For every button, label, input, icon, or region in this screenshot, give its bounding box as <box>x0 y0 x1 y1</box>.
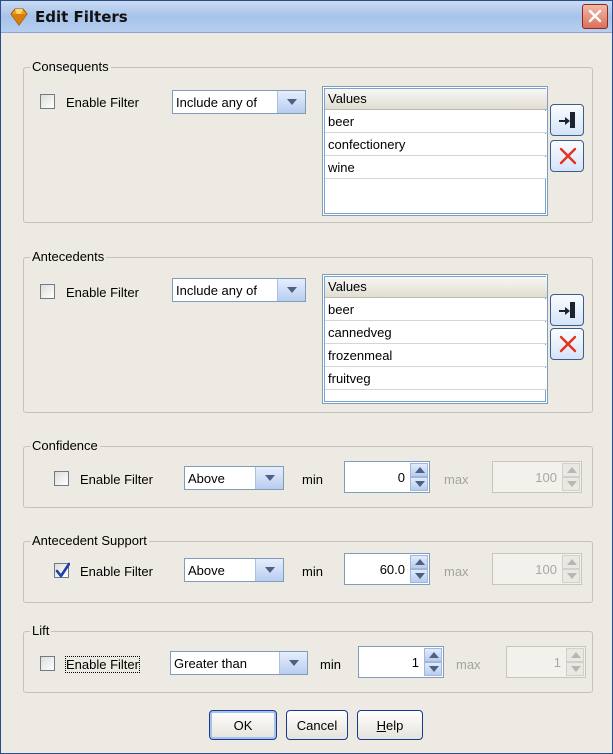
max-label: max <box>444 564 469 579</box>
close-icon <box>588 9 602 23</box>
dialog-title: Edit Filters <box>35 8 128 26</box>
select-value: Include any of <box>176 283 257 298</box>
list-item[interactable]: wine <box>325 157 547 179</box>
enable-filter-label: Enable Filter <box>65 656 140 673</box>
spin-down-icon <box>566 662 584 676</box>
consequents-values-list[interactable]: Values beer confectionery wine <box>322 86 548 216</box>
confidence-max-spinner: 100 <box>492 461 582 493</box>
max-label: max <box>444 472 469 487</box>
list-item[interactable]: confectionery <box>325 134 547 156</box>
cancel-button[interactable]: Cancel <box>286 710 348 740</box>
lift-group: Lift Enable Filter Greater than min 1 ma… <box>23 623 593 693</box>
group-legend: Consequents <box>30 59 111 74</box>
confidence-min-spinner[interactable]: 0 <box>344 461 430 493</box>
list-item[interactable]: frozenmeal <box>325 345 547 367</box>
lift-mode-select[interactable]: Greater than <box>170 651 308 675</box>
spinner-value: 100 <box>535 562 557 577</box>
antecedents-group: Antecedents Enable Filter Include any of… <box>23 249 593 413</box>
spin-down-icon[interactable] <box>410 477 428 491</box>
delete-icon <box>559 335 577 353</box>
antecedent-support-mode-select[interactable]: Above <box>184 558 284 582</box>
spinner-value: 60.0 <box>379 562 405 577</box>
chevron-down-icon <box>277 279 305 301</box>
ok-button[interactable]: OK <box>209 710 277 740</box>
enable-filter-label: Enable Filter <box>80 472 153 487</box>
add-values-button[interactable] <box>550 104 584 136</box>
chevron-down-icon <box>255 467 283 489</box>
enable-filter-label: Enable Filter <box>66 95 139 110</box>
diamond-icon <box>9 7 29 27</box>
consequents-group: Consequents Enable Filter Include any of… <box>23 59 593 223</box>
list-item[interactable]: beer <box>325 111 547 133</box>
confidence-group: Confidence Enable Filter Above min 0 max… <box>23 438 593 508</box>
min-label: min <box>302 564 323 579</box>
help-button[interactable]: Help <box>357 710 423 740</box>
select-value: Greater than <box>174 656 247 671</box>
insert-value-icon <box>559 112 575 128</box>
title-bar[interactable]: Edit Filters <box>1 1 612 33</box>
spin-up-icon <box>562 463 580 477</box>
select-value: Include any of <box>176 95 257 110</box>
delete-values-button[interactable] <box>550 140 584 172</box>
spin-down-icon[interactable] <box>424 662 442 676</box>
antecedent-support-max-spinner: 100 <box>492 553 582 585</box>
spinner-value: 1 <box>553 655 561 670</box>
spin-down-icon <box>562 569 580 583</box>
spin-down-icon <box>562 477 580 491</box>
antecedents-values-list[interactable]: Values beer cannedveg frozenmeal fruitve… <box>322 274 548 404</box>
spin-up-icon[interactable] <box>410 555 428 569</box>
list-item[interactable]: fruitveg <box>325 368 547 390</box>
values-column-header: Values <box>325 277 547 298</box>
group-legend: Lift <box>30 623 52 638</box>
lift-enable-checkbox[interactable] <box>40 656 55 671</box>
spinner-value: 0 <box>397 470 405 485</box>
spin-up-icon[interactable] <box>410 463 428 477</box>
close-button[interactable] <box>582 4 608 29</box>
group-legend: Confidence <box>30 438 100 453</box>
list-item[interactable]: cannedveg <box>325 322 547 344</box>
min-label: min <box>320 657 341 672</box>
add-values-button[interactable] <box>550 294 584 326</box>
delete-values-button[interactable] <box>550 328 584 360</box>
spin-up-icon[interactable] <box>424 648 442 662</box>
delete-icon <box>559 147 577 165</box>
edit-filters-dialog: Edit Filters Consequents Enable Filter I… <box>0 0 613 754</box>
spinner-value: 1 <box>411 655 419 670</box>
help-label-rest: elp <box>386 717 404 733</box>
values-column-header: Values <box>325 89 547 110</box>
consequents-mode-select[interactable]: Include any of <box>172 90 306 114</box>
spin-up-icon <box>566 648 584 662</box>
spin-down-icon[interactable] <box>410 569 428 583</box>
confidence-enable-checkbox[interactable] <box>54 471 69 486</box>
antecedents-enable-checkbox[interactable] <box>40 284 55 299</box>
antecedents-mode-select[interactable]: Include any of <box>172 278 306 302</box>
chevron-down-icon <box>255 559 283 581</box>
help-mnemonic: H <box>376 717 387 733</box>
antecedent-support-enable-checkbox[interactable] <box>54 562 70 578</box>
checkmark-icon <box>55 562 70 578</box>
select-value: Above <box>188 471 225 486</box>
chevron-down-icon <box>277 91 305 113</box>
min-label: min <box>302 472 323 487</box>
confidence-mode-select[interactable]: Above <box>184 466 284 490</box>
consequents-enable-checkbox[interactable] <box>40 94 55 109</box>
spinner-value: 100 <box>535 470 557 485</box>
group-legend: Antecedent Support <box>30 533 149 548</box>
antecedent-support-group: Antecedent Support Enable Filter Above m… <box>23 533 593 603</box>
lift-min-spinner[interactable]: 1 <box>358 646 444 678</box>
chevron-down-icon <box>279 652 307 674</box>
antecedent-support-min-spinner[interactable]: 60.0 <box>344 553 430 585</box>
insert-value-icon <box>559 302 575 318</box>
select-value: Above <box>188 563 225 578</box>
max-label: max <box>456 657 481 672</box>
group-legend: Antecedents <box>30 249 107 264</box>
enable-filter-label: Enable Filter <box>66 285 139 300</box>
enable-filter-label: Enable Filter <box>80 564 153 579</box>
list-item[interactable]: beer <box>325 299 547 321</box>
lift-max-spinner: 1 <box>506 646 586 678</box>
spin-up-icon <box>562 555 580 569</box>
